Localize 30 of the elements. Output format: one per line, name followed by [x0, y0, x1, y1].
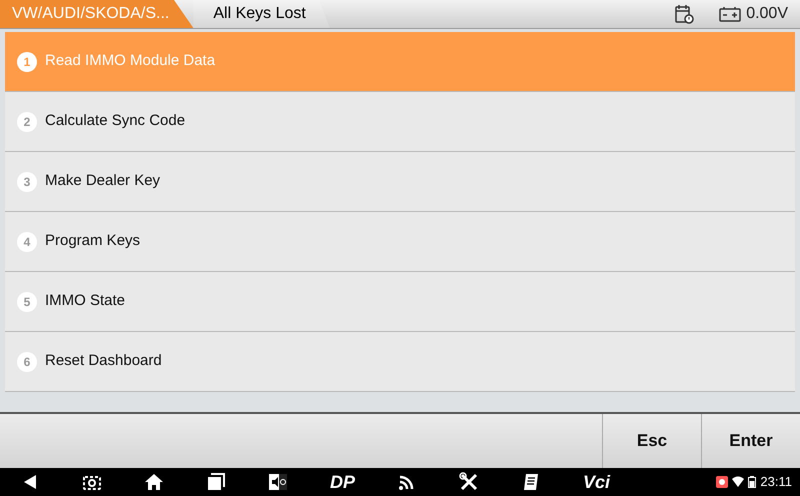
record-icon [716, 476, 728, 488]
menu-item[interactable]: 4 Program Keys [5, 212, 795, 272]
menu-label: Read IMMO Module Data [45, 51, 216, 72]
menu-label: Program Keys [45, 231, 140, 252]
menu-item[interactable]: 6 Reset Dashboard [5, 332, 795, 392]
speaker-icon[interactable] [268, 472, 288, 492]
menu-label: Reset Dashboard [45, 351, 162, 372]
menu-item[interactable]: 5 IMMO State [5, 272, 795, 332]
tools-icon[interactable] [459, 472, 480, 492]
home-icon[interactable] [144, 472, 164, 492]
step-number: 2 [17, 112, 37, 132]
clock: 23:11 [760, 473, 792, 492]
menu-item[interactable]: 2 Calculate Sync Code [5, 92, 795, 152]
app-shortcut[interactable]: DP [330, 473, 356, 491]
step-number: 5 [17, 292, 37, 312]
menu-label: Calculate Sync Code [45, 111, 186, 132]
battery-icon [748, 476, 756, 488]
step-number: 3 [17, 172, 37, 192]
menu-label: Make Dealer Key [45, 171, 160, 192]
recents-icon[interactable] [206, 472, 226, 492]
step-number: 6 [17, 352, 37, 372]
menu-item[interactable]: 3 Make Dealer Key [5, 152, 795, 212]
menu-label: IMMO State [45, 291, 126, 312]
voltage-reading: 0.00V [746, 4, 788, 24]
step-number: 4 [17, 232, 37, 252]
calendar-clock-icon[interactable] [674, 4, 694, 24]
app-shortcut[interactable]: Vci [583, 473, 610, 491]
wifi-icon [732, 476, 744, 488]
step-number: 1 [17, 52, 37, 72]
battery-icon [718, 6, 742, 22]
